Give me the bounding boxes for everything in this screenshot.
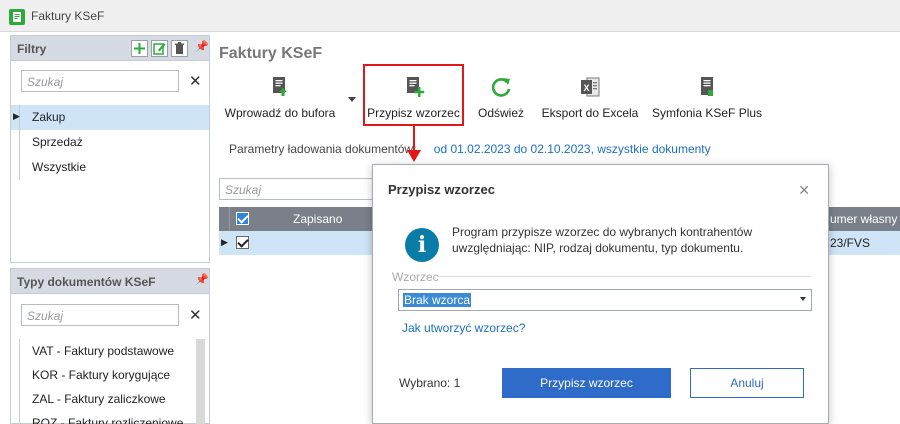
doc-ksef-icon [701, 77, 713, 96]
assign-template-dialog: Przypisz wzorzec ✕ i Program przypisze w… [372, 164, 829, 424]
type-item-label: VAT - Faktury podstawowe [32, 344, 175, 358]
import-to-buffer-label: Wprowadź do bufora [224, 106, 336, 120]
filter-item-zakup[interactable]: ▶ Zakup [11, 105, 209, 130]
types-search-placeholder: Szukaj [27, 309, 64, 323]
filter-item-label: Sprzedaż [32, 135, 83, 149]
assign-template-confirm-button[interactable]: Przypisz wzorzec [502, 368, 671, 398]
chevron-down-icon [800, 297, 806, 301]
filter-item-sprzedaz[interactable]: Sprzedaż [11, 130, 209, 155]
load-params-link[interactable]: od 01.02.2023 do 02.10.2023, wszystkie d… [434, 142, 711, 156]
refresh-button[interactable]: Odśwież [474, 70, 528, 120]
type-item-kor[interactable]: KOR - Faktury korygujące [11, 363, 194, 388]
highlight-arrow-head [407, 150, 421, 162]
template-field-label: Wzorzec [392, 270, 439, 284]
highlight-arrow-line [413, 126, 415, 151]
template-select[interactable]: Brak wzorca [398, 289, 812, 311]
pin-icon[interactable]: 📌 [195, 273, 209, 286]
page-title: Faktury KSeF [219, 45, 323, 62]
app-icon [9, 9, 25, 25]
type-item-label: ROZ - Faktury rozliczeniowe [32, 416, 184, 424]
row-own-number: 23/FVS [830, 236, 871, 250]
edit-filter-button[interactable] [151, 40, 168, 57]
filters-search-input[interactable]: Szukaj [21, 70, 179, 92]
pin-icon[interactable]: 📌 [195, 40, 209, 53]
row-marker [11, 130, 20, 155]
template-select-value: Brak wzorca [403, 293, 472, 307]
export-excel-button[interactable]: X Eksport do Excela [540, 70, 640, 120]
type-item-roz[interactable]: ROZ - Faktury rozliczeniowe [11, 411, 194, 424]
close-icon[interactable]: ✕ [798, 182, 810, 199]
row-pointer-icon: ▶ [13, 111, 20, 121]
column-header-own-number[interactable]: umer własny [830, 212, 897, 226]
filters-clear-icon[interactable]: ✕ [189, 72, 202, 90]
import-to-buffer-button[interactable]: Wprowadź do bufora [219, 70, 341, 120]
refresh-icon [491, 78, 511, 97]
row-marker [11, 387, 20, 412]
types-list-scrollbar[interactable] [196, 339, 205, 424]
filters-search-placeholder: Szukaj [27, 75, 64, 89]
symfonia-ksef-button[interactable]: Symfonia KSeF Plus [652, 70, 762, 120]
row-checkbox[interactable] [236, 236, 249, 249]
export-excel-label: Eksport do Excela [541, 106, 639, 120]
edit-icon [153, 43, 166, 55]
highlight-box [363, 64, 464, 126]
types-clear-icon[interactable]: ✕ [189, 306, 202, 324]
svg-text:X: X [583, 83, 589, 93]
delete-filter-button[interactable] [171, 40, 188, 57]
types-panel-header: Typy dokumentów KSeF 📌 [11, 269, 209, 294]
doc-upload-icon [273, 77, 287, 96]
title-bar: Faktury KSeF [0, 0, 900, 32]
dialog-message-line1: Program przypisze wzorzec do wybranych k… [452, 225, 753, 239]
row-marker [11, 411, 20, 424]
type-item-vat[interactable]: VAT - Faktury podstawowe [11, 339, 194, 364]
grid-search-placeholder: Szukaj [225, 183, 262, 197]
grid-header-indicator [219, 207, 230, 231]
info-icon: i [405, 228, 439, 262]
row-marker [11, 155, 20, 180]
trash-icon [175, 42, 184, 54]
filter-item-label: Zakup [32, 110, 66, 124]
window-title: Faktury KSeF [31, 9, 105, 23]
selected-count: Wybrano: 1 [399, 376, 461, 390]
column-header-zapisano[interactable]: Zapisano [293, 212, 342, 226]
cancel-button[interactable]: Anuluj [690, 368, 804, 398]
how-to-create-template-link[interactable]: Jak utworzyć wzorzec? [402, 321, 525, 335]
type-item-zal[interactable]: ZAL - Faktury zaliczkowe [11, 387, 194, 412]
select-all-checkbox[interactable] [236, 212, 249, 225]
type-item-label: KOR - Faktury korygujące [32, 368, 171, 382]
add-filter-button[interactable] [131, 40, 148, 57]
excel-icon: X [581, 77, 600, 97]
row-pointer-icon: ▶ [221, 237, 228, 247]
filter-item-label: Wszystkie [32, 160, 86, 174]
row-marker [11, 339, 20, 364]
type-item-label: ZAL - Faktury zaliczkowe [32, 392, 166, 406]
filters-panel-title: Filtry [17, 42, 47, 56]
load-params-label: Parametry ładowania dokumentów: [229, 142, 417, 156]
divider [437, 276, 811, 277]
filters-panel: Filtry 📌 Szukaj ✕ ▶ Zakup Sprzedaż Wszys… [10, 35, 210, 263]
row-marker: ▶ [11, 105, 20, 130]
types-search-input[interactable]: Szukaj [21, 304, 179, 326]
dialog-title: Przypisz wzorzec [388, 182, 495, 197]
dialog-message-line2: uwzględniając: NIP, rodzaj dokumentu, ty… [452, 241, 744, 255]
row-marker [11, 363, 20, 388]
grid-search-input[interactable]: Szukaj [219, 178, 379, 200]
plus-icon [134, 43, 145, 54]
filters-panel-header: Filtry 📌 [11, 36, 209, 61]
filter-item-wszystkie[interactable]: Wszystkie [11, 155, 209, 180]
types-panel-title: Typy dokumentów KSeF [17, 275, 156, 289]
types-panel: Typy dokumentów KSeF 📌 Szukaj ✕ VAT - Fa… [10, 268, 210, 424]
load-params: Parametry ładowania dokumentów: od 01.02… [229, 142, 711, 156]
refresh-label: Odśwież [477, 106, 524, 120]
symfonia-ksef-label: Symfonia KSeF Plus [652, 106, 763, 120]
import-dropdown-arrow[interactable] [348, 97, 356, 102]
